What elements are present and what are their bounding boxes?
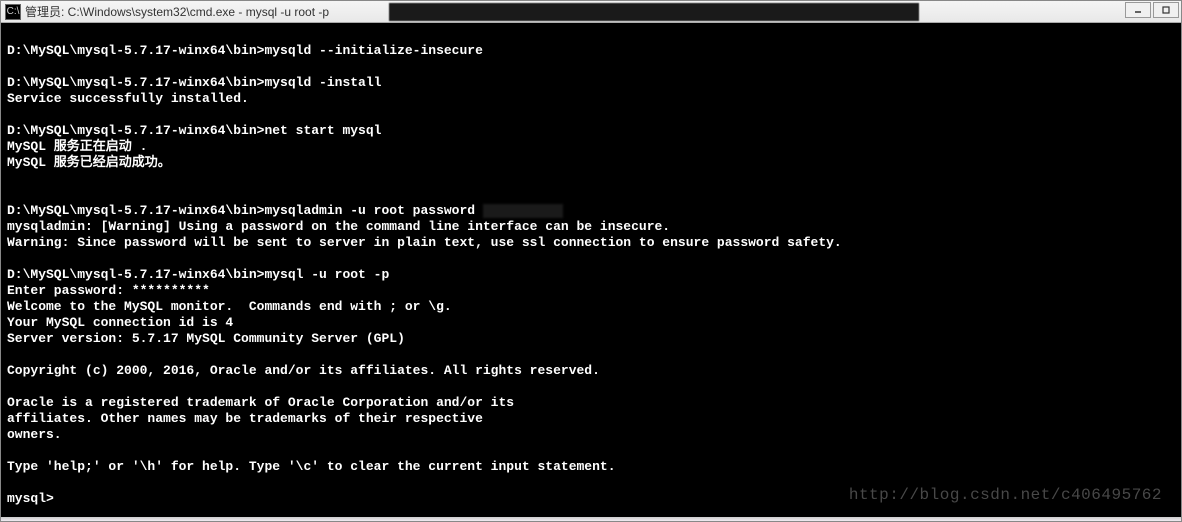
cmd-icon: C:\ (5, 4, 21, 20)
terminal-line: Enter password: ********** (7, 283, 1175, 299)
terminal-line: Service successfully installed. (7, 91, 1175, 107)
terminal-line: MySQL 服务正在启动 . (7, 139, 1175, 155)
terminal-line: mysqladmin: [Warning] Using a password o… (7, 219, 1175, 235)
cmd-window: C:\ 管理员: C:\Windows\system32\cmd.exe - m… (0, 0, 1182, 522)
title-bar[interactable]: C:\ 管理员: C:\Windows\system32\cmd.exe - m… (1, 1, 1181, 23)
terminal-line (7, 107, 1175, 123)
terminal-line: mysql> (7, 491, 1175, 507)
terminal-output[interactable]: D:\MySQL\mysql-5.7.17-winx64\bin>mysqld … (1, 23, 1181, 517)
terminal-line: owners. (7, 427, 1175, 443)
terminal-line: D:\MySQL\mysql-5.7.17-winx64\bin>mysql -… (7, 267, 1175, 283)
terminal-line: Oracle is a registered trademark of Orac… (7, 395, 1175, 411)
terminal-line (7, 251, 1175, 267)
terminal-line: Type 'help;' or '\h' for help. Type '\c'… (7, 459, 1175, 475)
terminal-line: MySQL 服务已经启动成功。 (7, 155, 1175, 171)
terminal-line (7, 59, 1175, 75)
terminal-line (7, 475, 1175, 491)
terminal-line (7, 171, 1175, 187)
terminal-line: D:\MySQL\mysql-5.7.17-winx64\bin>mysqld … (7, 43, 1175, 59)
window-controls (1125, 2, 1179, 18)
window-title: 管理员: C:\Windows\system32\cmd.exe - mysql… (25, 3, 329, 20)
terminal-line (7, 187, 1175, 203)
terminal-line: Server version: 5.7.17 MySQL Community S… (7, 331, 1175, 347)
terminal-line: Welcome to the MySQL monitor. Commands e… (7, 299, 1175, 315)
terminal-line: D:\MySQL\mysql-5.7.17-winx64\bin>mysqld … (7, 75, 1175, 91)
terminal-line: affiliates. Other names may be trademark… (7, 411, 1175, 427)
title-redacted-overlay (389, 3, 919, 21)
terminal-line (7, 347, 1175, 363)
window-bottom-edge (1, 517, 1181, 521)
terminal-line (7, 27, 1175, 43)
terminal-line: Warning: Since password will be sent to … (7, 235, 1175, 251)
terminal-line: Copyright (c) 2000, 2016, Oracle and/or … (7, 363, 1175, 379)
terminal-line: D:\MySQL\mysql-5.7.17-winx64\bin>net sta… (7, 123, 1175, 139)
terminal-line: D:\MySQL\mysql-5.7.17-winx64\bin>mysqlad… (7, 203, 1175, 219)
terminal-line (7, 379, 1175, 395)
terminal-line: Your MySQL connection id is 4 (7, 315, 1175, 331)
maximize-button[interactable] (1153, 2, 1179, 18)
redacted-password (483, 204, 563, 218)
terminal-line (7, 443, 1175, 459)
minimize-button[interactable] (1125, 2, 1151, 18)
